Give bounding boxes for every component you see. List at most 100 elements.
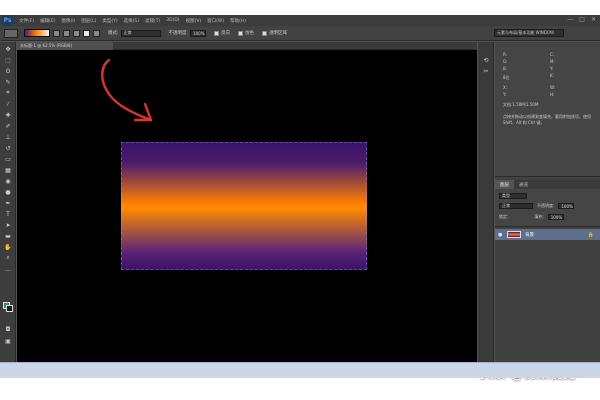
edit-toolbar-icon[interactable]: …: [3, 265, 13, 273]
tab-layers[interactable]: 图层: [495, 180, 514, 189]
path-select-tool-icon[interactable]: ➤: [3, 221, 13, 229]
move-tool-icon[interactable]: ✥: [3, 45, 13, 53]
menu-3d[interactable]: 3D(D): [166, 18, 179, 23]
info-y-cmyk: Y:: [550, 66, 554, 71]
marquee-tool-icon[interactable]: ⬚: [3, 56, 13, 64]
workspace-switcher[interactable]: 元素与布局/基本功能 WINDOW: [494, 29, 564, 37]
dither-label: 仿色: [245, 31, 255, 36]
crop-tool-icon[interactable]: ⌗: [3, 89, 13, 97]
history-panel-icon[interactable]: ⟲: [481, 56, 491, 64]
linear-gradient-button[interactable]: [53, 29, 60, 37]
gradient-tool-icon[interactable]: ▦: [3, 166, 13, 174]
dither-checkbox[interactable]: 仿色: [238, 30, 254, 36]
menu-view[interactable]: 视图(V): [186, 18, 202, 24]
layer-item[interactable]: ● 背景 🔒: [495, 229, 600, 240]
fill-input[interactable]: 100%: [547, 214, 564, 220]
layers-toolbar: 类型 正常 不透明度: 100% 锁定: 填充: 100%: [495, 189, 600, 227]
history-brush-tool-icon[interactable]: ↺: [3, 144, 13, 152]
radial-gradient-button[interactable]: [63, 29, 70, 37]
eraser-tool-icon[interactable]: ▭: [3, 155, 13, 163]
reverse-label: 反向: [221, 31, 231, 36]
screen-mode-icon[interactable]: ▣: [3, 337, 13, 345]
document-tabs: 未标题-1 @ 62.5% (RGB/8): [17, 42, 477, 50]
menu-help[interactable]: 帮助(H): [230, 18, 246, 24]
info-h: H:: [550, 92, 555, 97]
layer-opacity-label: 不透明度:: [537, 203, 555, 208]
gradient-editor-swatch[interactable]: [24, 29, 50, 37]
mode-label: 模式:: [108, 31, 119, 36]
tools-preset-icon[interactable]: ✂: [481, 67, 491, 75]
menu-layer[interactable]: 图层(L): [81, 18, 96, 24]
info-c: C:: [550, 52, 555, 57]
photoshop-logo: Ps: [2, 15, 13, 26]
screenshot: Ps 文件(F) 编辑(E) 图像(I) 图层(L) 类型(Y) 选择(S) 滤…: [0, 0, 600, 400]
angle-gradient-button[interactable]: [73, 29, 80, 37]
stamp-tool-icon[interactable]: ⊥: [3, 133, 13, 141]
menu-select[interactable]: 选择(S): [124, 18, 139, 24]
menu-bar: Ps 文件(F) 编辑(E) 图像(I) 图层(L) 类型(Y) 选择(S) 滤…: [0, 15, 600, 26]
menu-window[interactable]: 窗口(W): [207, 18, 224, 24]
tools-panel: ✥ ⬚ ʘ ✎ ⌗ ⁄ ✚ ✐ ⊥ ↺ ▭ ▦ ◉ ● ✒ T ➤ ▬ ✋ ⌕ …: [0, 42, 16, 372]
tab-channels[interactable]: 通道: [514, 180, 533, 189]
info-k: K:: [550, 73, 554, 78]
maximize-icon[interactable]: □: [579, 16, 585, 23]
healing-tool-icon[interactable]: ✚: [3, 111, 13, 119]
pen-tool-icon[interactable]: ✒: [3, 199, 13, 207]
quick-select-tool-icon[interactable]: ✎: [3, 78, 13, 86]
layer-opacity-input[interactable]: 100%: [558, 203, 575, 209]
blur-tool-icon[interactable]: ◉: [3, 177, 13, 185]
background-color-swatch[interactable]: [6, 305, 13, 312]
info-r: R:: [503, 52, 508, 57]
layer-thumbnail: [507, 231, 521, 238]
opacity-input[interactable]: 100%: [190, 29, 207, 37]
window-controls: — □ ✕: [567, 16, 596, 23]
checkbox-icon: [262, 30, 268, 36]
hand-tool-icon[interactable]: ✋: [3, 243, 13, 251]
eye-icon[interactable]: ●: [498, 232, 504, 238]
layer-filter-select[interactable]: 类型: [499, 193, 527, 199]
info-m: M:: [550, 59, 555, 64]
minimize-icon[interactable]: —: [567, 16, 573, 23]
menu-image[interactable]: 图像(I): [61, 18, 75, 24]
eyedropper-tool-icon[interactable]: ⁄: [3, 100, 13, 108]
lasso-tool-icon[interactable]: ʘ: [3, 67, 13, 75]
quick-mask-icon[interactable]: ◘: [3, 325, 13, 333]
close-icon[interactable]: ✕: [591, 16, 596, 23]
document-tab[interactable]: 未标题-1 @ 62.5% (RGB/8): [17, 42, 113, 50]
menu-filter[interactable]: 滤镜(T): [145, 18, 160, 24]
red-arrow-annotation: [101, 58, 153, 122]
menu-file[interactable]: 文件(F): [19, 18, 34, 24]
windows-taskbar: [0, 362, 600, 378]
layer-name: 背景: [525, 232, 534, 238]
reverse-checkbox[interactable]: 反向: [214, 30, 230, 36]
zoom-tool-icon[interactable]: ⌕: [3, 254, 13, 262]
menu-edit[interactable]: 编辑(E): [40, 18, 55, 24]
diamond-gradient-button[interactable]: [93, 29, 100, 37]
brush-tool-icon[interactable]: ✐: [3, 122, 13, 130]
right-panel-dock: R: G: B: 8位 X: Y: C: M: Y: K: W: H: 文档:1…: [495, 42, 600, 375]
fill-label: 填充:: [534, 214, 544, 219]
canvas-area[interactable]: [17, 50, 477, 366]
info-w: W:: [550, 85, 556, 90]
menu-type[interactable]: 类型(Y): [102, 18, 117, 24]
checkbox-icon: [214, 30, 220, 36]
mode-select[interactable]: 正常: [120, 29, 161, 37]
info-b: B:: [503, 66, 508, 71]
photoshop-window: Ps 文件(F) 编辑(E) 图像(I) 图层(L) 类型(Y) 选择(S) 滤…: [0, 15, 600, 382]
lock-icon: 🔒: [587, 231, 594, 238]
info-panel: R: G: B: 8位 X: Y: C: M: Y: K: W: H: 文档:1…: [495, 42, 600, 177]
transparency-checkbox[interactable]: 透明区域: [262, 30, 287, 36]
type-tool-icon[interactable]: T: [3, 210, 13, 218]
layers-panel-tabs: 图层 通道: [495, 180, 600, 189]
blend-mode-select[interactable]: 正常: [499, 203, 533, 209]
dodge-tool-icon[interactable]: ●: [3, 188, 13, 196]
lock-label: 锁定:: [499, 214, 509, 219]
shape-tool-icon[interactable]: ▬: [3, 232, 13, 240]
info-bit-depth: 8位: [503, 75, 510, 80]
checkbox-icon: [238, 30, 244, 36]
info-doc-size: 文档:1.50M/1.50M: [503, 102, 539, 107]
gradient-selection[interactable]: [121, 142, 367, 270]
tool-preset-picker[interactable]: [4, 28, 18, 38]
transparency-label: 透明区域: [269, 31, 288, 36]
reflected-gradient-button[interactable]: [83, 29, 90, 37]
